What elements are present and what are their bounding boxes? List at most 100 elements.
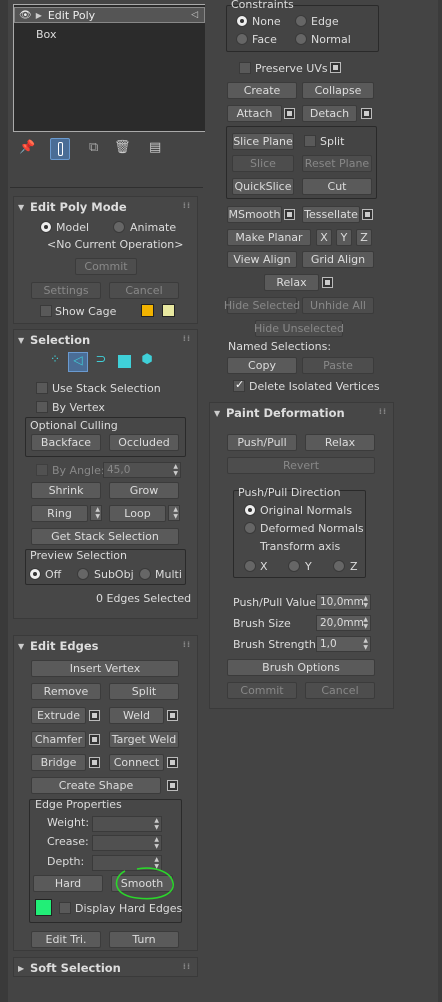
spinner-arrows-icon[interactable]: ▲ ▼ bbox=[154, 836, 159, 850]
grow-button[interactable]: Grow bbox=[109, 482, 179, 499]
preserve-uvs-checkbox[interactable] bbox=[239, 62, 251, 74]
paint-cancel-button[interactable]: Cancel bbox=[305, 682, 375, 699]
paint-relax-button[interactable]: Relax bbox=[305, 434, 375, 451]
connect-settings-icon[interactable] bbox=[167, 757, 178, 768]
relax-button[interactable]: Relax bbox=[264, 274, 319, 291]
slice-plane-button[interactable]: Slice Plane bbox=[232, 133, 294, 150]
axis-x-radio[interactable] bbox=[244, 560, 256, 572]
rollout-header[interactable]: ▶ Soft Selection ⁞⁞ bbox=[14, 958, 197, 978]
planar-x-button[interactable]: X bbox=[316, 229, 332, 246]
drag-handle-icon[interactable]: ⁞⁞ bbox=[183, 640, 191, 649]
original-normals-radio[interactable] bbox=[244, 504, 256, 516]
axis-z-radio[interactable] bbox=[333, 560, 345, 572]
loop-spinner[interactable]: ▲ ▼ bbox=[168, 505, 180, 521]
brush-strength-spinner[interactable]: 1,0 ▲ ▼ bbox=[316, 636, 371, 652]
cage-selected-color-swatch[interactable] bbox=[162, 304, 175, 317]
settings-button[interactable]: Settings bbox=[31, 282, 101, 299]
cut-button[interactable]: Cut bbox=[302, 178, 372, 195]
preserve-uvs-settings-icon[interactable] bbox=[330, 62, 341, 73]
split-button[interactable]: Split bbox=[109, 683, 179, 700]
chamfer-settings-icon[interactable] bbox=[89, 734, 100, 745]
stack-item-edit-poly[interactable]: 👁 ▶ Edit Poly ◁ bbox=[14, 7, 205, 23]
rollout-header[interactable]: ▼ Edit Edges ⁞⁞ bbox=[14, 636, 197, 656]
edit-tri-button[interactable]: Edit Tri. bbox=[31, 931, 101, 948]
animate-radio[interactable] bbox=[113, 221, 125, 233]
slice-button[interactable]: Slice bbox=[232, 155, 294, 172]
expand-arrow-icon[interactable]: ▶ bbox=[36, 11, 42, 20]
make-unique-icon[interactable]: ⧉ bbox=[89, 140, 98, 155]
rollout-header[interactable]: ▼ Selection ⁞⁞ bbox=[14, 330, 197, 350]
constraint-face-radio[interactable] bbox=[236, 33, 248, 45]
create-button[interactable]: Create bbox=[227, 82, 297, 99]
vertex-mode-icon[interactable]: ⁘ bbox=[45, 352, 65, 372]
by-angle-spinner[interactable]: 45,0 ▲ ▼ bbox=[103, 462, 181, 478]
push-pull-button[interactable]: Push/Pull bbox=[227, 434, 297, 451]
revert-button[interactable]: Revert bbox=[227, 457, 375, 474]
occluded-button[interactable]: Occluded bbox=[109, 434, 179, 451]
pin-icon[interactable]: 📌 bbox=[19, 140, 35, 155]
attach-button[interactable]: Attach bbox=[227, 105, 282, 122]
connect-button[interactable]: Connect bbox=[109, 754, 164, 771]
constraint-edge-radio[interactable] bbox=[295, 15, 307, 27]
drag-handle-icon[interactable]: ⁞⁞ bbox=[183, 962, 191, 971]
grid-align-button[interactable]: Grid Align bbox=[302, 251, 374, 268]
preview-off-radio[interactable] bbox=[29, 568, 41, 580]
use-stack-selection-checkbox[interactable] bbox=[36, 382, 48, 394]
weld-settings-icon[interactable] bbox=[167, 710, 178, 721]
deformed-normals-radio[interactable] bbox=[244, 522, 256, 534]
backface-button[interactable]: Backface bbox=[31, 434, 101, 451]
weld-button[interactable]: Weld bbox=[109, 707, 164, 724]
create-shape-settings-icon[interactable] bbox=[167, 780, 178, 791]
hard-button[interactable]: Hard bbox=[33, 875, 103, 892]
constraint-none-radio[interactable] bbox=[236, 15, 248, 27]
split-checkbox[interactable] bbox=[304, 135, 316, 147]
cage-color-swatch[interactable] bbox=[141, 304, 154, 317]
loop-button[interactable]: Loop bbox=[109, 505, 166, 522]
bridge-settings-icon[interactable] bbox=[89, 757, 100, 768]
msmooth-button[interactable]: MSmooth bbox=[227, 206, 282, 223]
show-end-result-button[interactable] bbox=[50, 138, 70, 160]
push-pull-value-spinner[interactable]: 10,0mm ▲ ▼ bbox=[316, 594, 371, 610]
tessellate-settings-icon[interactable] bbox=[362, 209, 373, 220]
relax-settings-icon[interactable] bbox=[322, 277, 333, 288]
bridge-button[interactable]: Bridge bbox=[31, 754, 86, 771]
spinner-arrows-icon[interactable]: ▲ ▼ bbox=[363, 616, 368, 630]
model-radio[interactable] bbox=[40, 221, 52, 233]
make-planar-button[interactable]: Make Planar bbox=[227, 229, 311, 246]
insert-vertex-button[interactable]: Insert Vertex bbox=[31, 660, 179, 677]
cancel-button[interactable]: Cancel bbox=[109, 282, 179, 299]
preview-multi-radio[interactable] bbox=[139, 568, 151, 580]
by-angle-checkbox[interactable] bbox=[36, 464, 48, 476]
attach-settings-icon[interactable] bbox=[284, 108, 295, 119]
edge-mode-icon[interactable]: ◁ bbox=[68, 352, 88, 372]
ring-button[interactable]: Ring bbox=[31, 505, 88, 522]
shrink-button[interactable]: Shrink bbox=[31, 482, 101, 499]
polygon-mode-icon[interactable] bbox=[114, 352, 134, 372]
get-stack-selection-button[interactable]: Get Stack Selection bbox=[31, 528, 179, 545]
detach-button[interactable]: Detach bbox=[302, 105, 357, 122]
planar-z-button[interactable]: Z bbox=[356, 229, 372, 246]
copy-button[interactable]: Copy bbox=[227, 357, 297, 374]
extrude-button[interactable]: Extrude bbox=[31, 707, 86, 724]
create-shape-button[interactable]: Create Shape bbox=[31, 777, 161, 794]
reset-plane-button[interactable]: Reset Plane bbox=[302, 155, 372, 172]
view-align-button[interactable]: View Align bbox=[227, 251, 297, 268]
axis-y-radio[interactable] bbox=[288, 560, 300, 572]
brush-options-button[interactable]: Brush Options bbox=[227, 659, 375, 676]
rollout-header[interactable]: ▼ Paint Deformation ⁞⁞ bbox=[210, 403, 393, 423]
trash-icon[interactable]: 🗑 bbox=[114, 140, 131, 155]
brush-size-spinner[interactable]: 20,0mm ▲ ▼ bbox=[316, 615, 371, 631]
spinner-arrows-icon[interactable]: ▲ ▼ bbox=[363, 595, 368, 609]
extrude-settings-icon[interactable] bbox=[89, 710, 100, 721]
delete-isolated-vertices-checkbox[interactable] bbox=[233, 378, 245, 392]
preview-subobj-radio[interactable] bbox=[77, 568, 89, 580]
tessellate-button[interactable]: Tessellate bbox=[302, 206, 360, 223]
stack-item-box[interactable]: Box bbox=[14, 26, 205, 42]
drag-handle-icon[interactable]: ⁞⁞ bbox=[183, 334, 191, 343]
paint-commit-button[interactable]: Commit bbox=[227, 682, 297, 699]
hard-edge-color-swatch[interactable] bbox=[35, 899, 52, 916]
unhide-all-button[interactable]: Unhide All bbox=[302, 297, 374, 314]
spinner-arrows-icon[interactable]: ▲ ▼ bbox=[363, 637, 368, 651]
collapse-triangle-icon[interactable]: ◁ bbox=[191, 10, 198, 20]
display-hard-edges-checkbox[interactable] bbox=[59, 902, 71, 914]
